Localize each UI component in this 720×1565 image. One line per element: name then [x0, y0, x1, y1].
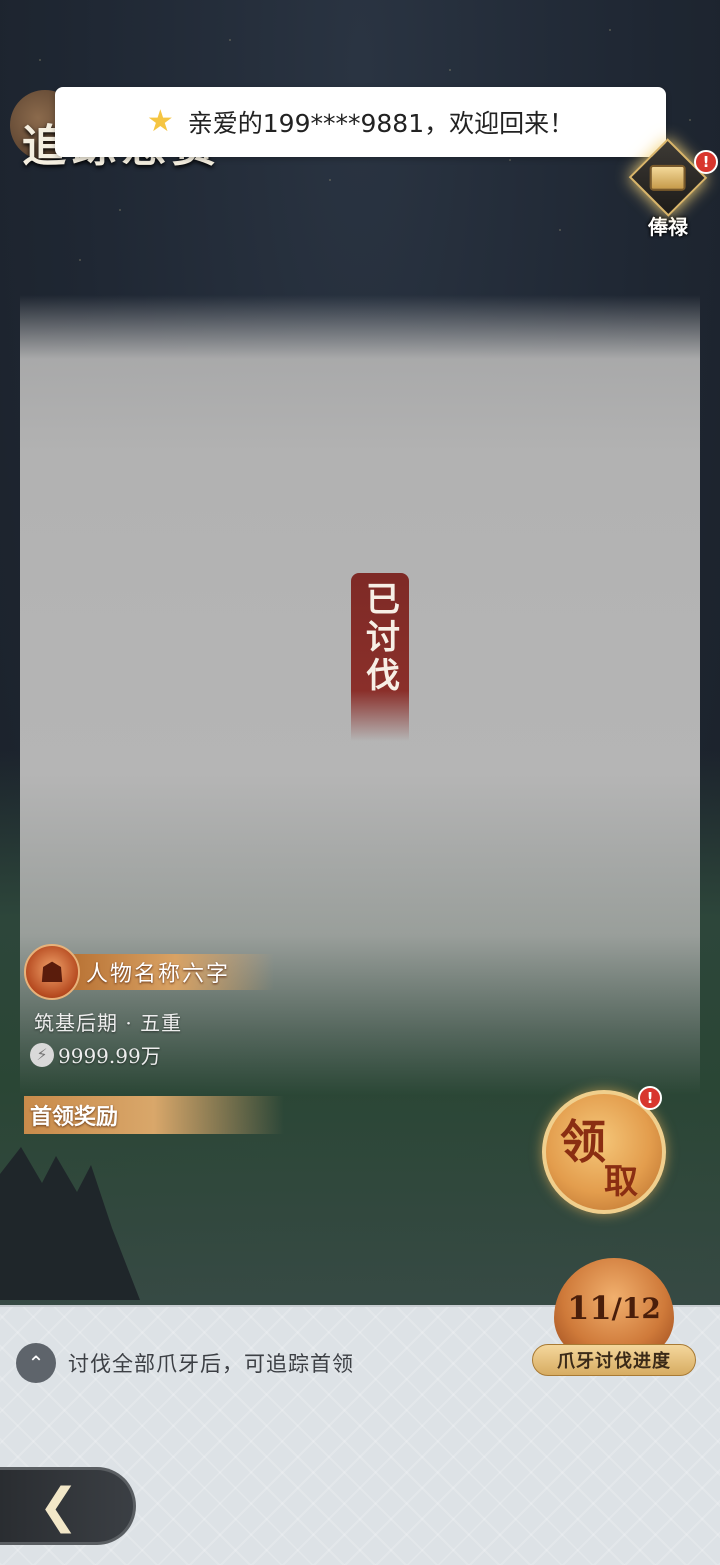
defeated-seal: 已讨伐 — [351, 573, 409, 741]
character-realm: 筑基后期 · 五重 — [34, 1011, 183, 1035]
hint-text: 讨伐全部爪牙后，可追踪首领 — [68, 1352, 354, 1376]
claim-notification-badge: ! — [638, 1086, 662, 1110]
claim-char-1: 领 — [560, 1115, 606, 1169]
power-value: 9999.99万 — [58, 1044, 161, 1068]
salary-notification-badge: ! — [694, 150, 718, 174]
character-name: 人物名称六字 — [86, 962, 231, 987]
character-name-banner: ☗ 人物名称六字 — [24, 944, 274, 1000]
demon-head-icon: ☗ — [24, 944, 80, 1000]
salary-button[interactable]: 俸禄 ! — [628, 138, 718, 240]
welcome-toast: ★ 亲爱的199****9881，欢迎回来！ — [55, 87, 666, 157]
progress-current: 11 — [567, 1289, 612, 1327]
tracking-hint: ⌃ 讨伐全部爪牙后，可追踪首领 — [16, 1343, 354, 1383]
progress-counter: 11/12 — [554, 1258, 674, 1358]
defeated-label: 已讨伐 — [359, 581, 400, 695]
toast-message: 亲爱的199****9881，欢迎回来！ — [187, 109, 575, 138]
progress-total: 12 — [621, 1291, 661, 1325]
minion-progress[interactable]: 11/12 爪牙讨伐进度 — [532, 1258, 696, 1378]
star-icon: ★ — [146, 104, 174, 139]
chevron-up-icon[interactable]: ⌃ — [16, 1343, 56, 1383]
progress-separator: / — [611, 1291, 622, 1325]
back-button[interactable]: ❮ — [0, 1467, 136, 1545]
boss-reward-label: 首领奖励 — [30, 1104, 119, 1130]
character-power: ⚡ 9999.99万 — [30, 1040, 161, 1069]
salary-chest-icon — [628, 138, 708, 217]
boss-reward-header[interactable]: 首领奖励 — [24, 1096, 284, 1134]
progress-label: 爪牙讨伐进度 — [532, 1344, 696, 1376]
claim-button[interactable]: 领 取 ! — [542, 1086, 666, 1214]
power-icon: ⚡ — [30, 1042, 54, 1067]
claim-char-2: 取 — [604, 1162, 638, 1202]
back-arrow-icon: ❮ — [38, 1478, 79, 1534]
